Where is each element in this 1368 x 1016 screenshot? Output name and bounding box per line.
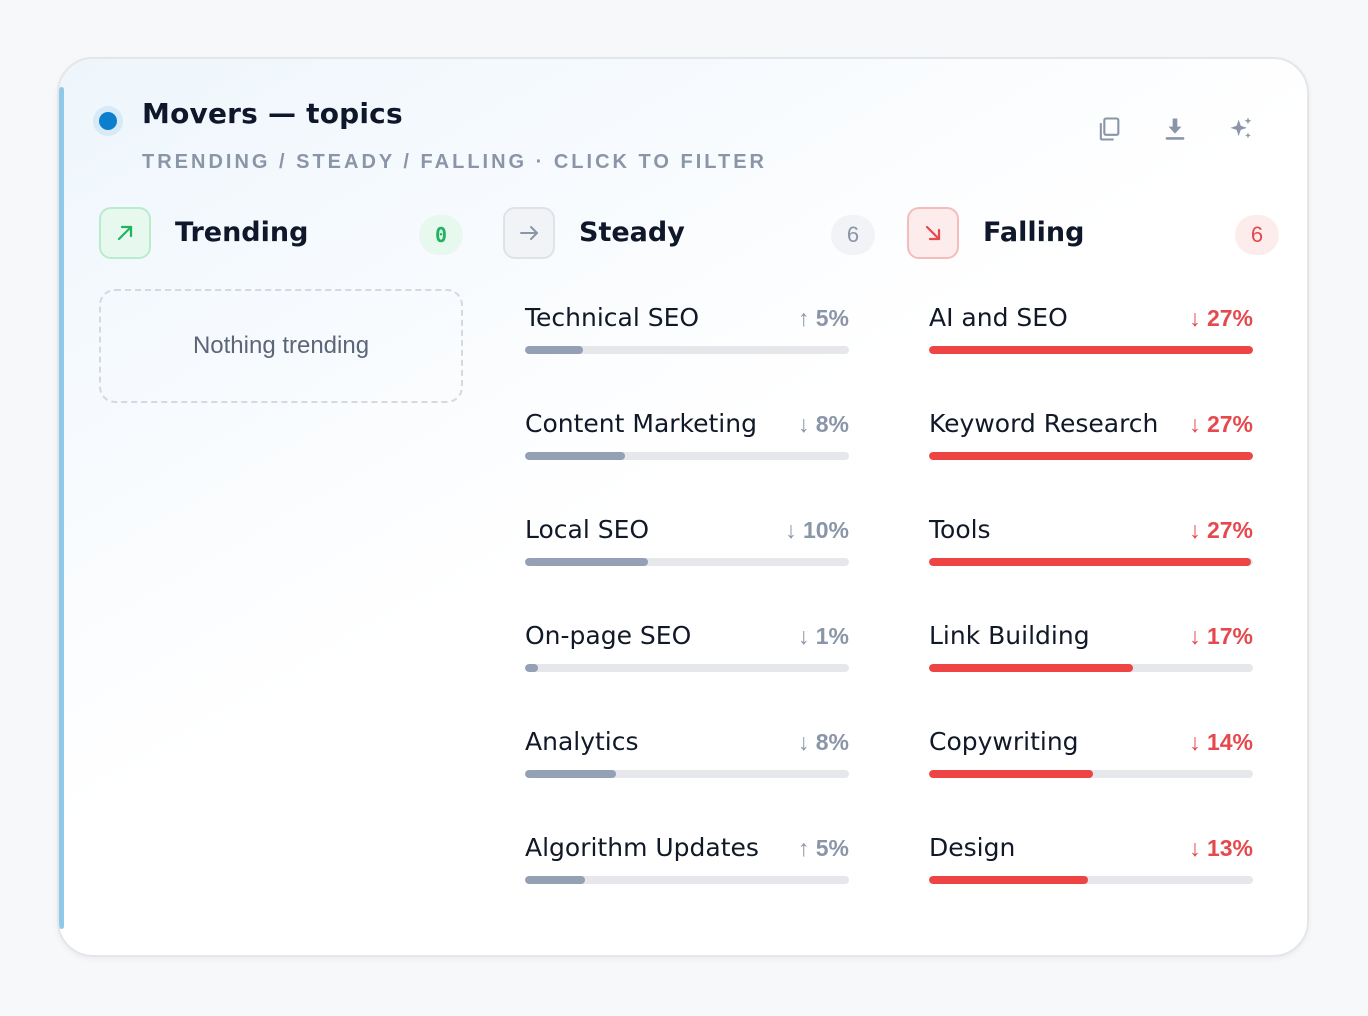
- progress-track: [929, 452, 1253, 460]
- topic-list: Technical SEO ↑ 5% Content Marketing ↓ 8…: [525, 303, 849, 939]
- topic-label: AI and SEO: [929, 303, 1068, 332]
- progress-track: [525, 452, 849, 460]
- progress-fill: [929, 346, 1253, 354]
- topic-row[interactable]: Design ↓ 13%: [929, 833, 1253, 939]
- topic-row[interactable]: Keyword Research ↓ 27%: [929, 409, 1253, 515]
- topic-list: AI and SEO ↓ 27% Keyword Research ↓ 27% …: [929, 303, 1253, 939]
- topic-label: Content Marketing: [525, 409, 757, 438]
- ai-insights-button[interactable]: [1223, 111, 1259, 147]
- progress-fill: [525, 558, 649, 566]
- progress-track: [525, 664, 849, 672]
- count-badge: 0: [419, 215, 463, 255]
- progress-track: [525, 876, 849, 884]
- progress-fill: [929, 876, 1088, 884]
- sparkles-icon: [1230, 117, 1252, 139]
- download-icon: [1165, 118, 1185, 140]
- progress-track: [929, 346, 1253, 354]
- empty-state: Nothing trending: [99, 289, 463, 403]
- topic-delta: ↓ 10%: [785, 517, 849, 543]
- progress-fill: [525, 770, 616, 778]
- progress-track: [525, 346, 849, 354]
- card-accent-bar: [59, 87, 64, 929]
- column-header-trending[interactable]: Trending 0: [99, 207, 463, 263]
- status-dot: [99, 112, 117, 130]
- topic-row[interactable]: Analytics ↓ 8%: [525, 727, 849, 833]
- column-title: Trending: [175, 217, 309, 248]
- topic-label: Technical SEO: [525, 303, 700, 332]
- progress-track: [929, 770, 1253, 778]
- progress-fill: [929, 558, 1252, 566]
- topic-row[interactable]: Copywriting ↓ 14%: [929, 727, 1253, 833]
- card-title: Movers — topics: [142, 97, 403, 130]
- arrow-right-icon: [520, 226, 538, 240]
- topic-label: Tools: [929, 515, 991, 544]
- topic-delta: ↑ 5%: [797, 305, 849, 331]
- trending-icon-badge: [99, 207, 151, 259]
- progress-fill: [525, 876, 585, 884]
- topic-delta: ↓ 27%: [1189, 305, 1253, 331]
- column-steady: Steady 6 Technical SEO ↑ 5% Content Mark…: [503, 207, 875, 884]
- card-actions: [1091, 111, 1259, 147]
- topic-label: Link Building: [929, 621, 1090, 650]
- topic-delta: ↓ 8%: [797, 729, 849, 755]
- topic-row[interactable]: Technical SEO ↑ 5%: [525, 303, 849, 409]
- progress-fill: [525, 346, 584, 354]
- column-title: Falling: [983, 217, 1085, 248]
- column-falling: Falling 6 AI and SEO ↓ 27% Keyword Resea…: [907, 207, 1279, 884]
- progress-track: [929, 876, 1253, 884]
- progress-track: [929, 558, 1253, 566]
- topic-delta: ↓ 8%: [797, 411, 849, 437]
- topic-row[interactable]: Link Building ↓ 17%: [929, 621, 1253, 727]
- progress-fill: [929, 664, 1134, 672]
- topic-label: Algorithm Updates: [525, 833, 759, 862]
- progress-fill: [525, 452, 626, 460]
- topic-delta: ↓ 27%: [1189, 411, 1253, 437]
- topic-row[interactable]: Local SEO ↓ 10%: [525, 515, 849, 621]
- movers-card: Movers — topics TRENDING / STEADY / FALL…: [57, 57, 1309, 957]
- topic-label: Keyword Research: [929, 409, 1159, 438]
- progress-fill: [929, 770, 1093, 778]
- arrow-up-right-icon: [117, 225, 133, 241]
- column-header-falling[interactable]: Falling 6: [907, 207, 1279, 263]
- download-button[interactable]: [1157, 111, 1193, 147]
- topic-delta: ↓ 1%: [797, 623, 849, 649]
- topic-delta: ↓ 13%: [1189, 835, 1253, 861]
- topic-row[interactable]: On-page SEO ↓ 1%: [525, 621, 849, 727]
- topic-row[interactable]: Content Marketing ↓ 8%: [525, 409, 849, 515]
- topic-label: On-page SEO: [525, 621, 692, 650]
- topic-label: Local SEO: [525, 515, 650, 544]
- progress-fill: [929, 452, 1253, 460]
- topic-label: Copywriting: [929, 727, 1079, 756]
- card-subtitle: TRENDING / STEADY / FALLING · CLICK TO F…: [142, 151, 767, 173]
- topic-row[interactable]: Tools ↓ 27%: [929, 515, 1253, 621]
- falling-icon-badge: [907, 207, 959, 259]
- column-trending: Trending 0 Nothing trending: [99, 207, 463, 403]
- topic-delta: ↑ 5%: [797, 835, 849, 861]
- copy-button[interactable]: [1091, 111, 1127, 147]
- topic-label: Design: [929, 833, 1016, 862]
- topic-label: Analytics: [525, 727, 639, 756]
- progress-track: [525, 770, 849, 778]
- arrow-down-right-icon: [925, 225, 941, 241]
- progress-track: [929, 664, 1253, 672]
- progress-fill: [525, 664, 538, 672]
- topic-delta: ↓ 17%: [1189, 623, 1253, 649]
- count-badge: 6: [831, 215, 875, 255]
- topic-row[interactable]: Algorithm Updates ↑ 5%: [525, 833, 849, 939]
- topic-delta: ↓ 14%: [1189, 729, 1253, 755]
- progress-track: [525, 558, 849, 566]
- copy-icon: [1099, 117, 1120, 141]
- topic-delta: ↓ 27%: [1189, 517, 1253, 543]
- steady-icon-badge: [503, 207, 555, 259]
- count-badge: 6: [1235, 215, 1279, 255]
- topic-row[interactable]: AI and SEO ↓ 27%: [929, 303, 1253, 409]
- column-title: Steady: [579, 217, 685, 248]
- column-header-steady[interactable]: Steady 6: [503, 207, 875, 263]
